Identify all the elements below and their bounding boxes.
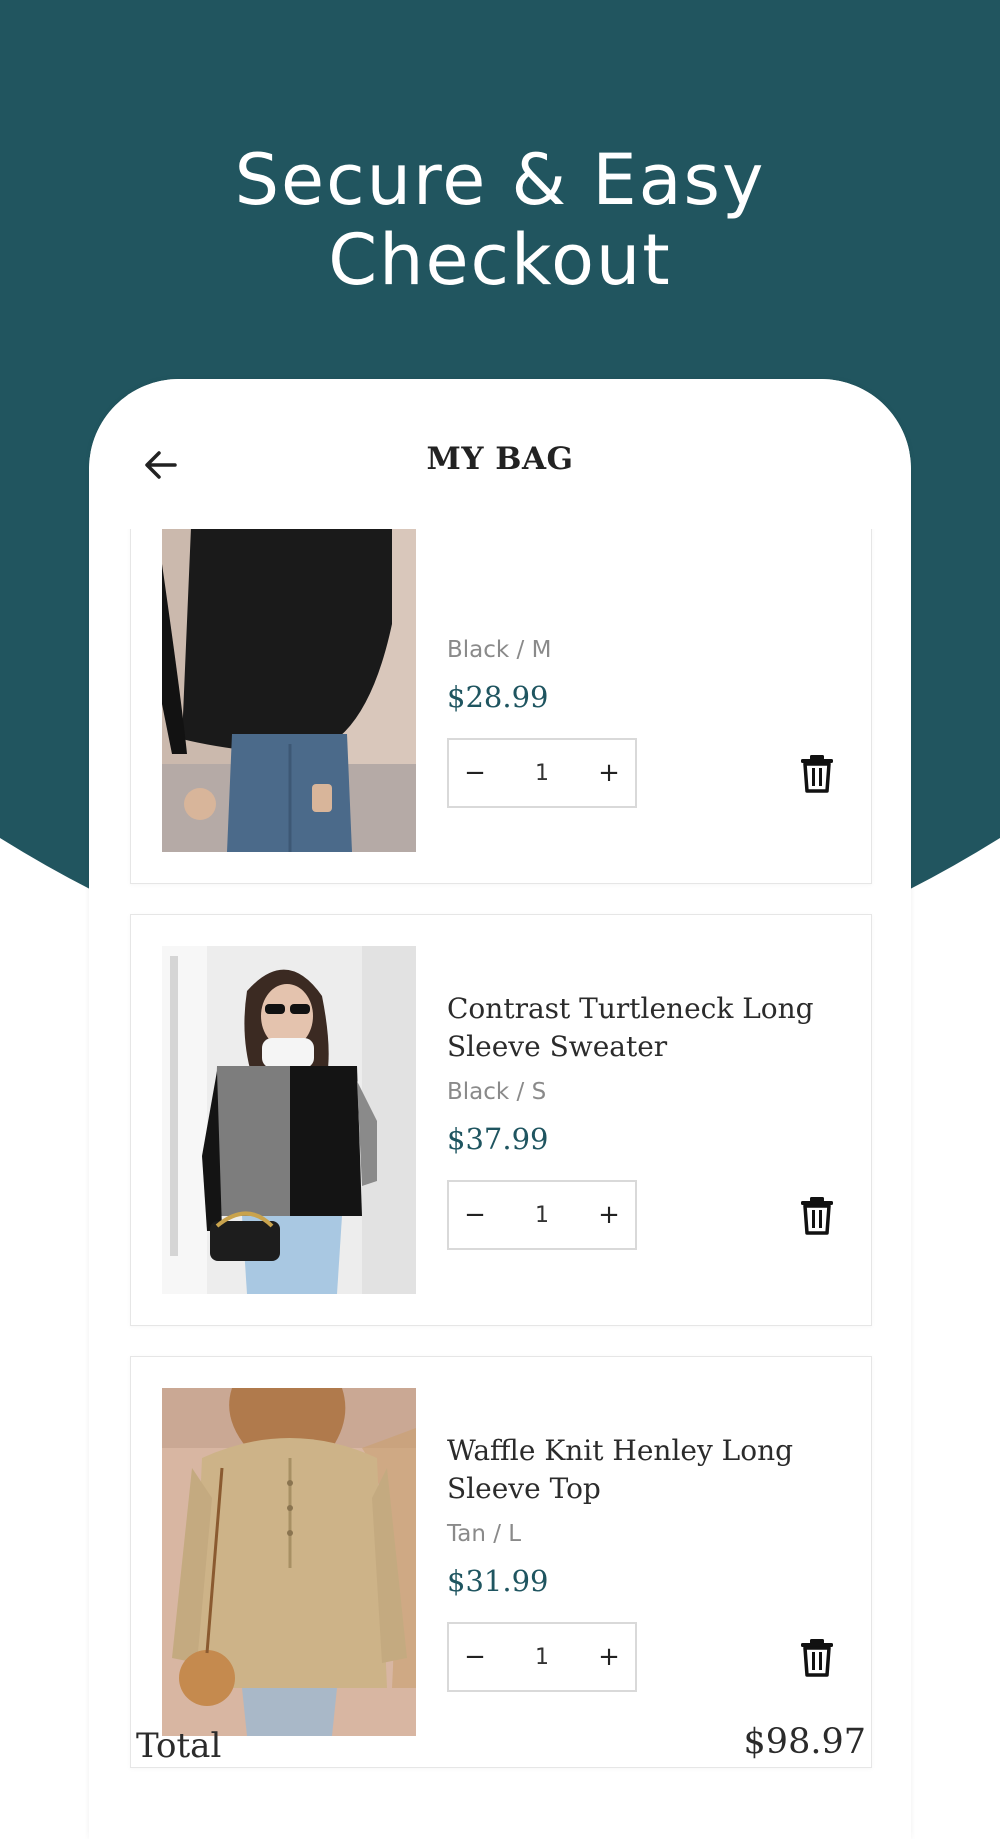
bag-item-card: Contrast Turtleneck Long Sleeve Sweater …	[130, 914, 872, 1326]
product-price: $28.99	[447, 680, 549, 714]
promo-headline-line1: Secure & Easy	[234, 139, 766, 221]
product-name[interactable]: Contrast Turtleneck Long Sleeve Sweater	[447, 990, 847, 1066]
product-variant: Black / M	[447, 637, 552, 663]
product-variant: Tan / L	[447, 1521, 522, 1547]
quantity-value: 1	[535, 760, 549, 786]
increase-quantity-button[interactable]: +	[583, 1624, 635, 1690]
product-image[interactable]	[162, 529, 416, 852]
phone-screen: MY BAG Black / M $28.99 − 1 + Contrast T…	[89, 379, 911, 1839]
product-variant: Black / S	[447, 1079, 547, 1105]
product-price: $31.99	[447, 1564, 549, 1598]
quantity-stepper: − 1 +	[447, 1180, 637, 1250]
bag-item-card: Waffle Knit Henley Long Sleeve Top Tan /…	[130, 1356, 872, 1768]
total-value: $98.97	[743, 1722, 866, 1762]
increase-quantity-button[interactable]: +	[583, 740, 635, 806]
product-name[interactable]: Waffle Knit Henley Long Sleeve Top	[447, 1432, 847, 1508]
page-title: MY BAG	[426, 441, 574, 477]
bag-item-card: Black / M $28.99 − 1 +	[130, 529, 872, 884]
trash-icon	[801, 1197, 833, 1235]
promo-headline-line2: Checkout	[328, 219, 672, 301]
trash-icon	[801, 1639, 833, 1677]
promo-headline: Secure & Easy Checkout	[0, 140, 1000, 300]
product-image[interactable]	[162, 1388, 416, 1736]
decrease-quantity-button[interactable]: −	[449, 1182, 501, 1248]
quantity-value: 1	[535, 1644, 549, 1670]
app-header: MY BAG	[89, 379, 911, 529]
trash-icon	[801, 755, 833, 793]
product-image[interactable]	[162, 946, 416, 1294]
decrease-quantity-button[interactable]: −	[449, 740, 501, 806]
remove-item-button[interactable]	[799, 753, 835, 793]
remove-item-button[interactable]	[799, 1637, 835, 1677]
quantity-value: 1	[535, 1202, 549, 1228]
total-label: Total	[136, 1726, 222, 1766]
increase-quantity-button[interactable]: +	[583, 1182, 635, 1248]
quantity-stepper: − 1 +	[447, 738, 637, 808]
remove-item-button[interactable]	[799, 1195, 835, 1235]
order-total-row: Total $98.97	[136, 1722, 866, 1772]
decrease-quantity-button[interactable]: −	[449, 1624, 501, 1690]
product-price: $37.99	[447, 1122, 549, 1156]
quantity-stepper: − 1 +	[447, 1622, 637, 1692]
bag-item-list[interactable]: Black / M $28.99 − 1 + Contrast Turtlene…	[89, 529, 911, 1839]
